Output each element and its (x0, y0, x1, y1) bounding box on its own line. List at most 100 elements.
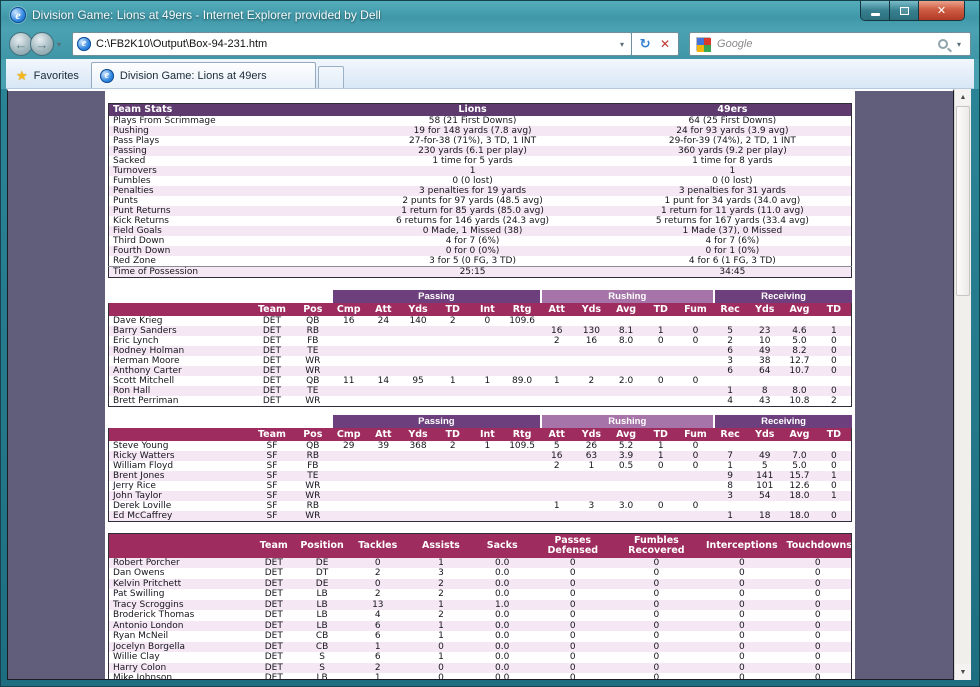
cell-value: 4 for 7 (6%) (331, 236, 613, 246)
table-row: Willie ClayDETS610.00000 (109, 652, 852, 663)
cell-value: 0.0 (473, 558, 532, 569)
scroll-up-button[interactable]: ▲ (955, 89, 971, 105)
blank-header-cell (109, 428, 250, 441)
cell-value (401, 501, 436, 511)
cell-value: 1 (409, 600, 472, 611)
minimize-button[interactable] (861, 1, 890, 20)
close-icon: ✕ (937, 4, 946, 17)
cell-value (817, 441, 852, 451)
cell-value: 19 for 148 yards (7.8 avg) (331, 126, 613, 136)
stop-button[interactable]: ✕ (655, 37, 675, 51)
cell-value: 0.0 (473, 589, 532, 600)
cell-value: 2 (346, 663, 409, 674)
new-tab-button[interactable] (318, 66, 344, 88)
cell-value: DET (250, 376, 295, 386)
column-header: Cmp (331, 303, 366, 316)
cell-value: 2 (435, 441, 470, 451)
cell-value: 4 for 7 (6%) (614, 236, 852, 246)
cell-value: 0 (0 lost) (331, 176, 613, 186)
vertical-scrollbar[interactable]: ▲ ▼ (954, 89, 971, 680)
address-bar[interactable]: e C:\FB2K10\Output\Box-94-231.htm ▾ (72, 32, 632, 56)
cell-value (470, 366, 505, 376)
cell-value (643, 511, 678, 522)
cell-value: DET (250, 631, 298, 642)
tab-title: Division Game: Lions at 49ers (120, 70, 267, 82)
cell-value (539, 386, 574, 396)
favorites-button[interactable]: ★ Favorites (6, 64, 91, 88)
recent-pages-dropdown[interactable]: ▾ (57, 40, 61, 49)
cell-value (678, 316, 713, 326)
player-name: William Floyd (109, 461, 250, 471)
scroll-down-button[interactable]: ▼ (955, 664, 971, 680)
address-text[interactable]: C:\FB2K10\Output\Box-94-231.htm (96, 38, 617, 50)
cell-value: 0 (678, 461, 713, 471)
search-input[interactable]: Google (717, 38, 938, 50)
cell-value: RB (294, 451, 331, 461)
niners-offense-table: TeamPosCmpAttYdsTDIntRtgAttYdsAvgTDFumRe… (108, 428, 852, 522)
defense-body: Robert PorcherDETDE010.00000Dan OwensDET… (109, 558, 852, 681)
cell-value: 0 (614, 631, 699, 642)
cell-value: DET (250, 396, 295, 407)
cell-value (435, 396, 470, 407)
table-row: Mike JohnsonDETLB100.00000 (109, 673, 852, 680)
refresh-button[interactable]: ↻ (635, 36, 655, 52)
cell-value (643, 366, 678, 376)
cell-value (401, 366, 436, 376)
cell-value: WR (294, 356, 331, 366)
cell-value: 6 returns for 146 yards (24.3 avg) (331, 216, 613, 226)
cell-value (574, 511, 609, 522)
cell-value: CB (298, 631, 346, 642)
cell-value: LB (298, 600, 346, 611)
cell-value (331, 451, 366, 461)
cell-value (470, 386, 505, 396)
close-button[interactable]: ✕ (919, 1, 964, 20)
ie-logo-icon: e (10, 7, 26, 23)
table-row: Punts2 punts for 97 yards (48.5 avg)1 pu… (109, 196, 852, 206)
search-magnifier-icon[interactable] (938, 39, 948, 49)
cell-value (574, 366, 609, 376)
cell-value: SF (250, 441, 295, 451)
maximize-button[interactable] (890, 1, 919, 20)
cell-value (331, 346, 366, 356)
address-dropdown-icon[interactable]: ▾ (620, 40, 624, 49)
cell-value: DET (250, 600, 298, 611)
scrollbar-thumb[interactable] (956, 106, 970, 296)
passing-group-header: Passing (333, 290, 539, 303)
forward-button[interactable]: → (30, 32, 54, 56)
cell-value (401, 491, 436, 501)
cell-value: LB (298, 621, 346, 632)
cell-value: DE (298, 579, 346, 590)
cell-value: 1 (470, 376, 505, 386)
active-tab[interactable]: e Division Game: Lions at 49ers (91, 62, 316, 88)
cell-value: DET (250, 356, 295, 366)
cell-value: 2 (409, 589, 472, 600)
cell-value: 0 (532, 589, 614, 600)
search-box[interactable]: Google ▾ (689, 32, 971, 56)
cell-value (817, 316, 852, 326)
cell-value: DET (250, 386, 295, 396)
column-header: Fum (678, 303, 713, 316)
title-bar[interactable]: e Division Game: Lions at 49ers - Intern… (1, 1, 979, 29)
cell-value: 0 (699, 663, 784, 674)
cell-value: 141 (747, 471, 782, 481)
cell-value: 1 return for 85 yards (85.0 avg) (331, 206, 613, 216)
cell-value (574, 471, 609, 481)
cell-value: 29 (331, 441, 366, 451)
cell-value: 54 (747, 491, 782, 501)
cell-value: 0 (699, 642, 784, 653)
cell-value (470, 451, 505, 461)
search-options-dropdown[interactable]: ▾ (957, 40, 961, 49)
cell-value: 1 (409, 621, 472, 632)
cell-value (435, 346, 470, 356)
cell-value (505, 511, 540, 522)
cell-value (609, 491, 644, 501)
cell-value: 16 (331, 316, 366, 326)
table-row: Third Down4 for 7 (6%)4 for 7 (6%) (109, 236, 852, 246)
cell-value (331, 461, 366, 471)
cell-value: 3 (409, 568, 472, 579)
cell-value: 2 (409, 610, 472, 621)
cell-value: 4 (713, 396, 748, 407)
cell-value: 0 (678, 441, 713, 451)
player-name: Herman Moore (109, 356, 250, 366)
cell-value (539, 471, 574, 481)
